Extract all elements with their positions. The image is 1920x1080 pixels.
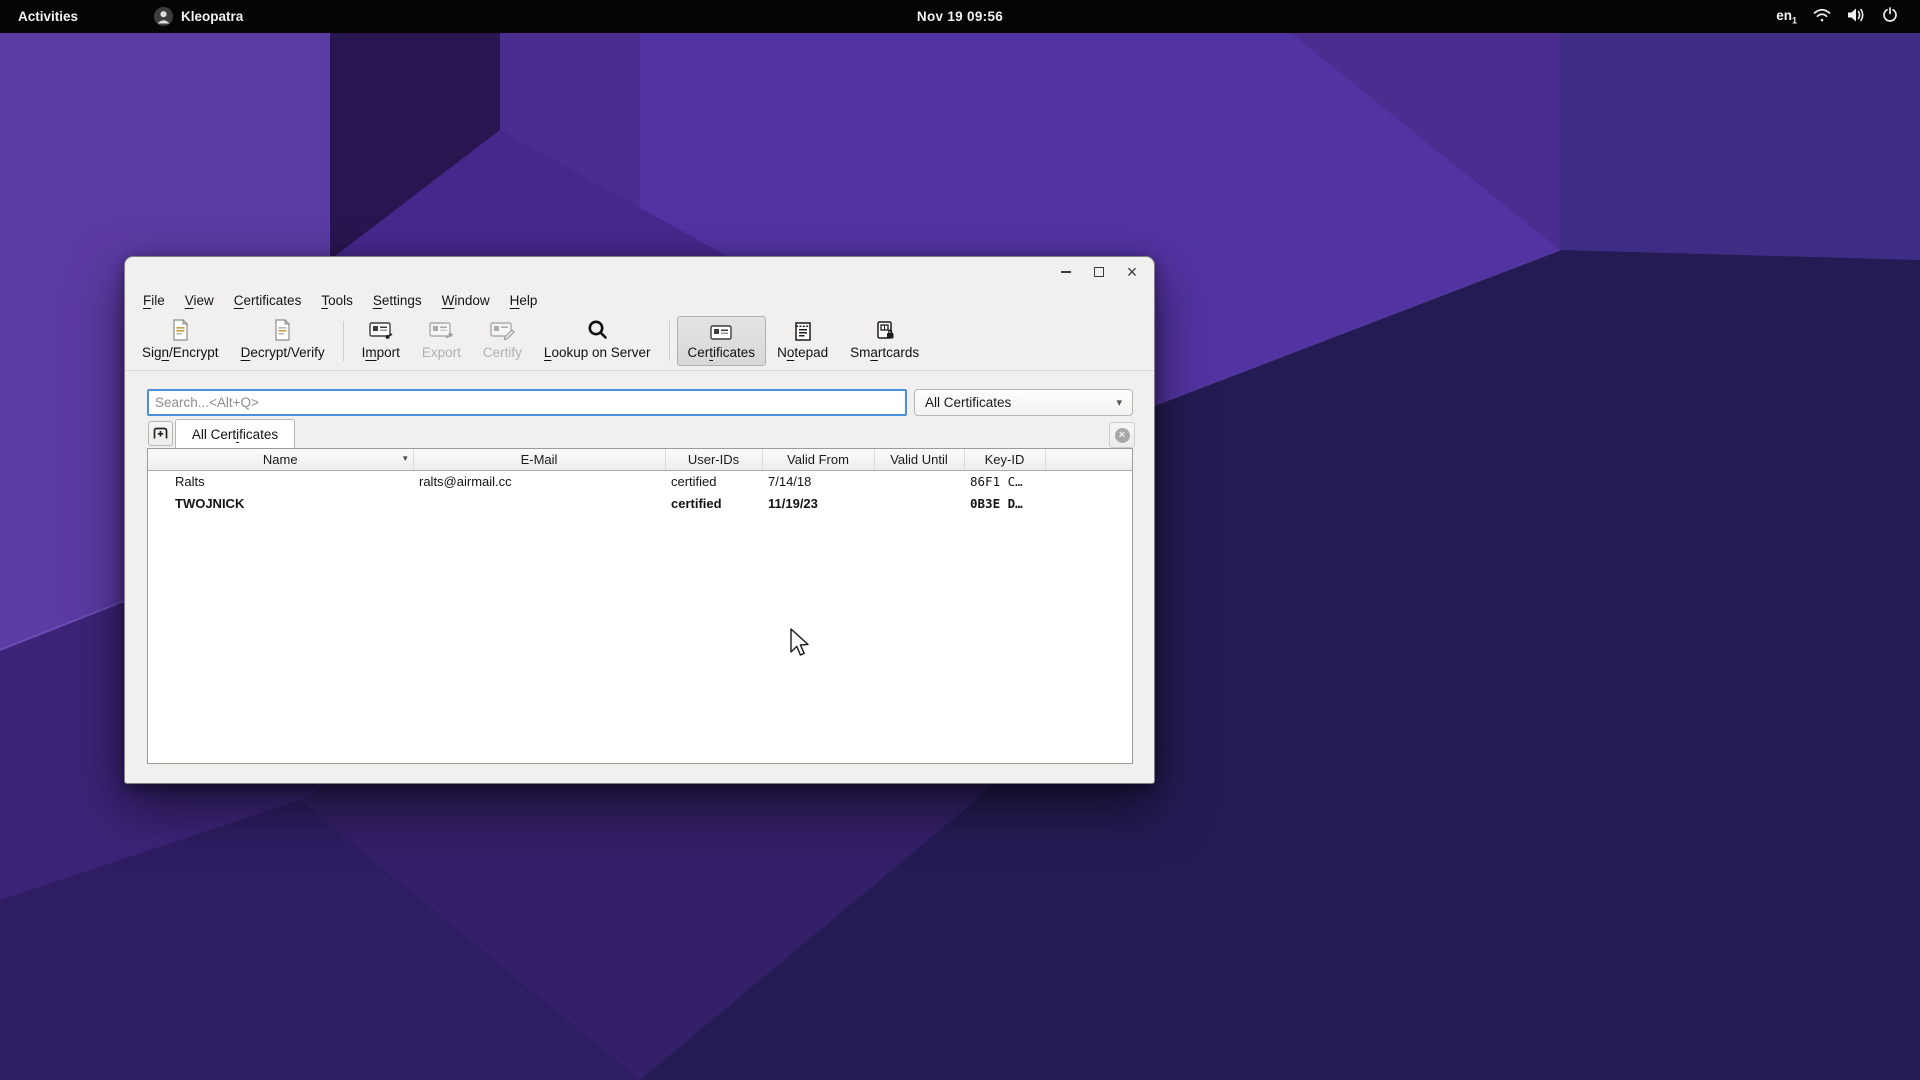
tool-label: Export xyxy=(422,345,461,360)
filter-value: All Certificates xyxy=(925,395,1011,410)
certificate-row[interactable]: TWOJNICK certified 11/19/23 0B3E D… xyxy=(148,492,1132,514)
close-button[interactable]: × xyxy=(1124,264,1140,280)
column-header-key-id[interactable]: Key-ID xyxy=(964,449,1045,470)
volume-icon[interactable] xyxy=(1847,7,1866,26)
kleopatra-app-icon xyxy=(154,7,173,26)
certify-button: Certify xyxy=(472,316,533,366)
smartcard-icon xyxy=(874,320,896,342)
menu-file[interactable]: File xyxy=(133,290,175,311)
decrypt-verify-button[interactable]: Decrypt/Verify xyxy=(230,316,336,366)
certificate-row[interactable]: Ralts ralts@airmail.cc certified 7/14/18… xyxy=(148,470,1132,492)
notepad-button[interactable]: Notepad xyxy=(766,316,839,366)
menu-help[interactable]: Help xyxy=(500,290,548,311)
menu-view[interactable]: View xyxy=(175,290,224,311)
column-header-valid-until[interactable]: Valid Until xyxy=(874,449,964,470)
activities-button[interactable]: Activities xyxy=(0,0,96,33)
menu-settings[interactable]: Settings xyxy=(363,290,432,311)
focused-app-name: Kleopatra xyxy=(181,9,243,24)
tool-label: Certify xyxy=(483,345,522,360)
close-tab-button: × xyxy=(1109,422,1135,448)
window-titlebar[interactable]: × xyxy=(125,257,1154,287)
verify-document-icon xyxy=(272,319,293,342)
menu-bar: File View Certificates Tools Settings Wi… xyxy=(125,287,1154,313)
tool-label: Import xyxy=(362,345,400,360)
certificates-view-button[interactable]: Certificates xyxy=(677,316,767,366)
wifi-icon[interactable] xyxy=(1813,8,1831,26)
sign-encrypt-button[interactable]: Sign/Encrypt xyxy=(131,316,230,366)
column-header-valid-from[interactable]: Valid From xyxy=(762,449,874,470)
certificate-rows: Ralts ralts@airmail.cc certified 7/14/18… xyxy=(148,470,1132,514)
column-header-name[interactable]: Name ▾ xyxy=(148,449,413,470)
tool-label: Smartcards xyxy=(850,345,919,360)
export-button: Export xyxy=(411,316,472,366)
new-tab-icon xyxy=(153,427,168,440)
tool-label: Decrypt/Verify xyxy=(241,345,325,360)
tool-label: Lookup on Server xyxy=(544,345,651,360)
focused-app-menu[interactable]: Kleopatra xyxy=(140,0,257,33)
notepad-icon xyxy=(793,320,813,342)
certify-icon xyxy=(489,320,515,342)
export-certificate-icon xyxy=(428,320,454,342)
search-server-icon xyxy=(586,319,608,342)
lookup-on-server-button[interactable]: Lookup on Server xyxy=(533,316,662,366)
gnome-top-bar: Activities Kleopatra Nov 19 09:56 en1 xyxy=(0,0,1920,33)
new-tab-button[interactable] xyxy=(148,421,173,446)
toolbar-separator xyxy=(669,321,670,361)
main-toolbar: Sign/Encrypt Decrypt/Verify xyxy=(125,313,1154,371)
minimize-button[interactable] xyxy=(1058,264,1074,280)
kleopatra-window: × File View Certificates Tools Settings … xyxy=(124,256,1155,784)
import-button[interactable]: Import xyxy=(351,316,411,366)
sign-document-icon xyxy=(170,319,191,342)
certificate-table: Name ▾ E-Mail User-IDs Valid From Valid … xyxy=(147,448,1133,764)
import-certificate-icon xyxy=(368,320,394,342)
menu-window[interactable]: Window xyxy=(432,290,500,311)
menu-certificates[interactable]: Certificates xyxy=(224,290,312,311)
smartcards-button[interactable]: Smartcards xyxy=(839,316,930,366)
menu-tools[interactable]: Tools xyxy=(311,290,363,311)
certificates-icon xyxy=(709,321,733,342)
search-input[interactable] xyxy=(147,389,907,416)
tool-label: Sign/Encrypt xyxy=(142,345,219,360)
column-header-email[interactable]: E-Mail xyxy=(413,449,665,470)
sort-indicator-icon: ▾ xyxy=(403,453,408,464)
toolbar-separator xyxy=(343,321,344,361)
close-icon: × xyxy=(1115,428,1130,443)
tool-label: Certificates xyxy=(688,345,756,360)
column-header-filler xyxy=(1045,449,1132,470)
chevron-down-icon: ▾ xyxy=(1116,396,1122,409)
maximize-button[interactable] xyxy=(1091,264,1107,280)
tool-label: Notepad xyxy=(777,345,828,360)
power-icon[interactable] xyxy=(1882,7,1898,26)
clock[interactable]: Nov 19 09:56 xyxy=(917,0,1003,33)
certificate-filter-dropdown[interactable]: All Certificates ▾ xyxy=(914,389,1133,416)
keyboard-layout-indicator[interactable]: en1 xyxy=(1776,8,1797,26)
column-header-user-ids[interactable]: User-IDs xyxy=(665,449,762,470)
tab-all-certificates[interactable]: All Certificates xyxy=(175,419,295,448)
